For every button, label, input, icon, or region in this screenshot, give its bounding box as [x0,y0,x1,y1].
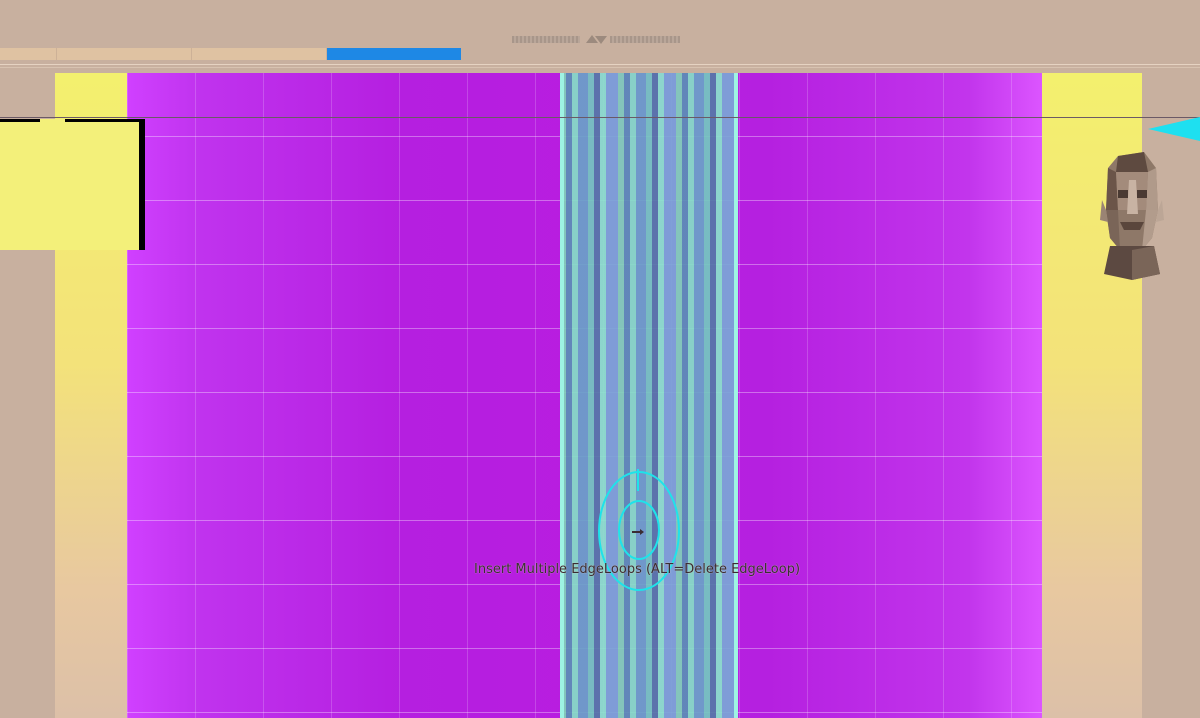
cylinder-mesh[interactable] [127,73,1042,718]
tab-2[interactable] [57,48,192,60]
collapse-arrows-icon[interactable] [580,35,610,44]
tool-hint-label: Insert Multiple EdgeLoops (ALT=Delete Ed… [474,562,801,577]
tab-4-active[interactable] [327,48,461,60]
toolbar-divider [0,64,1200,65]
selection-edge-right [734,73,738,718]
handle-grip-right [610,36,680,43]
3d-viewport[interactable] [55,73,1142,718]
transform-gizmo-icon[interactable] [632,529,644,535]
top-toolbar [0,0,1200,68]
selection-edge-left [560,73,564,718]
gizmo-axis-handle[interactable] [637,469,639,491]
triangle-marker-icon[interactable] [1148,117,1200,141]
side-panel[interactable] [0,119,145,250]
tab-3[interactable] [192,48,327,60]
selected-edge-loops[interactable] [560,73,738,718]
panel-resize-handle[interactable] [512,35,686,44]
horizon-line [0,117,1200,118]
view-orientation-head-icon[interactable] [1096,150,1168,284]
tab-strip [0,48,461,60]
handle-grip-left [512,36,580,43]
arrow-down-icon [595,36,607,44]
toolbar-divider-2 [0,67,1200,68]
tab-1[interactable] [0,48,57,60]
side-panel-notch [40,119,65,122]
